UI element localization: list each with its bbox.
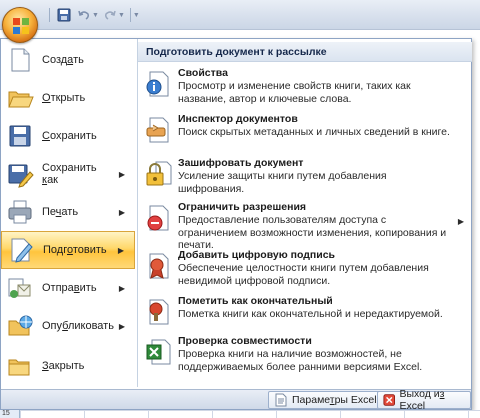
qa-separator xyxy=(49,8,50,22)
menu-item-open[interactable]: Открыть xyxy=(1,79,135,117)
close-folder-icon xyxy=(8,359,30,376)
menu-item-label: Сохранить xyxy=(42,130,97,142)
submenu-item-title: Ограничить разрешения xyxy=(178,201,307,213)
excel-options-button[interactable]: Параметры Excel xyxy=(268,391,383,409)
redo-dropdown-icon[interactable]: ▼ xyxy=(118,12,125,19)
submenu-item-restrict-permission[interactable]: Ограничить разрешения Предоставление пол… xyxy=(138,201,472,251)
submenu-item-title: Свойства xyxy=(178,67,228,79)
menu-item-label: Создать xyxy=(42,54,84,66)
print-icon xyxy=(8,200,32,224)
menu-item-send[interactable]: Отправить ▶ xyxy=(1,269,135,307)
menu-item-label: Открыть xyxy=(42,92,86,104)
office-button[interactable] xyxy=(2,7,38,43)
menu-item-label: Отправить xyxy=(42,282,97,294)
submenu-item-mark-final[interactable]: Пометить как окончательный Пометка книги… xyxy=(138,295,472,339)
office-logo-icon xyxy=(13,18,29,34)
prepare-submenu: Подготовить документ к рассылке Свойства… xyxy=(137,39,472,387)
menu-commands: Создать Открыть Сохранить Сохранить как … xyxy=(1,39,135,389)
submenu-arrow-icon: ▶ xyxy=(118,169,126,179)
menu-item-label: Сохранить как xyxy=(42,162,97,186)
menu-footer: Параметры Excel Выход из Excel xyxy=(1,388,471,412)
new-document-icon xyxy=(11,48,30,72)
submenu-header: Подготовить документ к рассылке xyxy=(138,42,472,62)
office-menu: Создать Открыть Сохранить Сохранить как … xyxy=(0,38,472,412)
menu-item-print[interactable]: Печать ▶ xyxy=(1,193,135,231)
menu-item-label: Закрыть xyxy=(42,360,85,372)
exit-excel-label: Выход из Excel xyxy=(399,388,445,412)
quick-access-toolbar: ▼ ▼ ▼ xyxy=(36,6,144,24)
submenu-item-description: Обеспечение целостности книги путем доба… xyxy=(178,262,429,287)
menu-item-new[interactable]: Создать xyxy=(1,41,135,79)
encrypt-lock-icon xyxy=(146,161,172,186)
submenu-arrow-icon: ▶ xyxy=(118,207,126,217)
save-as-icon xyxy=(8,164,34,188)
save-icon[interactable] xyxy=(55,6,73,24)
prepare-icon xyxy=(11,238,33,263)
submenu-item-description: Проверка книги на наличие возможностей, … xyxy=(178,348,423,373)
submenu-item-description: Поиск скрытых метаданных и личных сведен… xyxy=(178,126,450,138)
menu-item-label: Печать xyxy=(42,206,79,218)
menu-item-publish[interactable]: Опубликовать ▶ xyxy=(1,307,135,345)
submenu-arrow-icon: ▶ xyxy=(118,321,126,331)
mark-final-icon xyxy=(149,299,169,325)
excel-options-label: Параметры Excel xyxy=(292,394,377,406)
menu-item-close[interactable]: Закрыть xyxy=(1,347,135,385)
publish-icon xyxy=(8,315,33,336)
submenu-item-compatibility-check[interactable]: Проверка совместимости Проверка книги на… xyxy=(138,335,472,379)
menu-item-save[interactable]: Сохранить xyxy=(1,117,135,155)
submenu-arrow-icon: ▶ xyxy=(117,245,125,255)
undo-dropdown-icon[interactable]: ▼ xyxy=(92,12,99,19)
submenu-item-description: Просмотр и изменение свойств книги, таки… xyxy=(178,80,411,105)
inspect-document-icon xyxy=(146,117,169,143)
submenu-item-description: Пометка книги как окончательной и нереда… xyxy=(178,308,443,320)
submenu-item-description: Усиление защиты книги путем добавления ш… xyxy=(178,170,387,195)
submenu-item-digital-signature[interactable]: Добавить цифровую подпись Обеспечение це… xyxy=(138,249,472,293)
redo-icon[interactable] xyxy=(101,6,119,24)
row-header[interactable]: 15 xyxy=(0,410,20,418)
compatibility-check-icon xyxy=(146,339,171,365)
submenu-arrow-icon: ▶ xyxy=(457,217,464,226)
submenu-arrow-icon: ▶ xyxy=(118,283,126,293)
exit-excel-button[interactable]: Выход из Excel xyxy=(377,388,471,412)
qa-separator xyxy=(129,8,131,22)
title-bar: ▼ ▼ ▼ xyxy=(0,0,480,30)
submenu-item-title: Проверка совместимости xyxy=(178,335,312,347)
properties-icon xyxy=(146,71,169,97)
digital-signature-icon xyxy=(149,253,169,279)
menu-item-label: Подготовить xyxy=(43,244,107,256)
menu-item-save-as[interactable]: Сохранить как ▶ xyxy=(1,155,135,193)
menu-item-prepare[interactable]: Подготовить ▶ xyxy=(1,231,135,269)
submenu-item-title: Зашифровать документ xyxy=(178,157,304,169)
submenu-item-title: Добавить цифровую подпись xyxy=(178,249,335,261)
submenu-item-properties[interactable]: Свойства Просмотр и изменение свойств кн… xyxy=(138,67,472,111)
restrict-permission-icon xyxy=(147,205,169,231)
save-icon xyxy=(9,125,31,147)
exit-icon xyxy=(383,394,396,406)
options-document-icon xyxy=(275,393,287,407)
open-folder-icon xyxy=(8,91,34,108)
submenu-item-title: Инспектор документов xyxy=(178,113,298,125)
submenu-item-inspect-document[interactable]: Инспектор документов Поиск скрытых метад… xyxy=(138,113,472,157)
submenu-item-title: Пометить как окончательный xyxy=(178,295,333,307)
submenu-item-encrypt-document[interactable]: Зашифровать документ Усиление защиты кни… xyxy=(138,157,472,201)
customize-toolbar-icon[interactable]: ▼ xyxy=(133,12,140,19)
send-icon xyxy=(8,278,31,298)
submenu-item-description: Предоставление пользователям доступа с о… xyxy=(178,214,447,251)
worksheet-grid xyxy=(20,410,480,418)
undo-icon[interactable] xyxy=(75,6,93,24)
menu-item-label: Опубликовать xyxy=(42,320,114,332)
